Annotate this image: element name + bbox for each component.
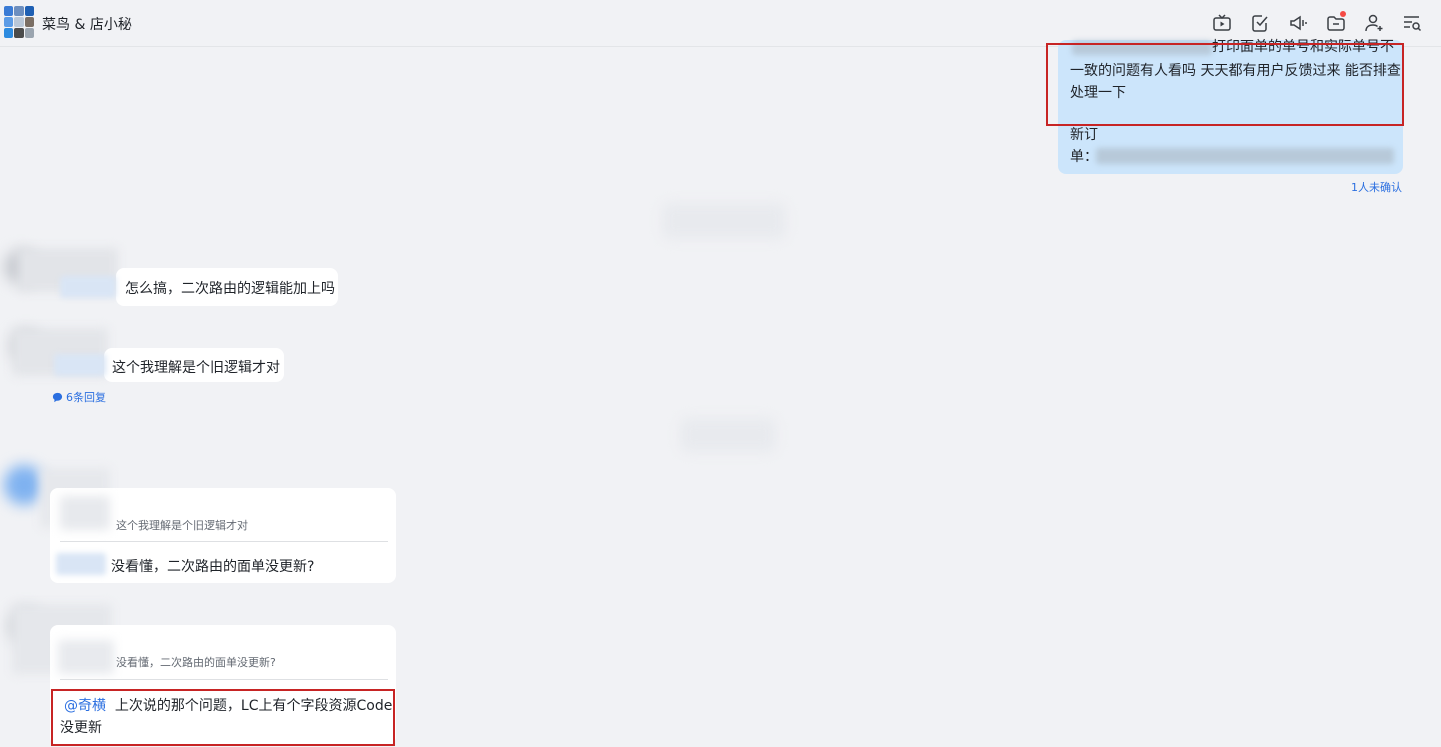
redacted-mention <box>60 276 116 298</box>
notification-dot <box>1340 11 1346 17</box>
order-label-line2: 单： <box>1070 149 1098 165</box>
quoted-message[interactable]: 这个我理解是个旧逻辑才对 <box>116 517 248 533</box>
redacted-quote-author <box>60 496 110 530</box>
quote-divider <box>60 679 388 680</box>
message-text: 怎么搞，二次路由的逻辑能加上吗 <box>125 281 335 297</box>
search-history-icon[interactable] <box>1401 12 1423 34</box>
avatar[interactable] <box>4 465 44 505</box>
order-label-line1: 新订 <box>1070 127 1098 143</box>
docs-icon[interactable] <box>1325 11 1347 34</box>
highlight-box-bottom <box>51 689 395 746</box>
system-notice <box>662 203 786 239</box>
quoted-message[interactable]: 没看懂，二次路由的面单没更新? <box>116 654 276 670</box>
comment-icon <box>52 392 63 402</box>
highlight-box-top <box>1046 43 1404 126</box>
redacted-order-link <box>1096 148 1394 164</box>
announcement-icon[interactable] <box>1287 12 1309 34</box>
quote-divider <box>60 541 388 542</box>
thread-replies-link[interactable]: 6条回复 <box>52 389 106 405</box>
video-icon[interactable] <box>1211 12 1233 34</box>
message-text: 这个我理解是个旧逻辑才对 <box>112 360 280 376</box>
redacted-mention <box>54 354 106 376</box>
redacted-quote-author <box>58 640 114 674</box>
task-icon[interactable] <box>1249 12 1271 34</box>
redacted-mention <box>56 553 106 575</box>
reply-count: 6条回复 <box>66 391 106 404</box>
message-text: 没看懂，二次路由的面单没更新? <box>111 559 315 575</box>
chat-title[interactable]: 菜鸟 & 店小秘 <box>42 14 132 34</box>
chat-toolbar <box>1211 11 1423 34</box>
group-avatar[interactable] <box>4 6 34 38</box>
add-member-icon[interactable] <box>1363 12 1385 34</box>
read-status[interactable]: 1人未确认 <box>1351 179 1402 195</box>
system-notice <box>680 418 776 452</box>
